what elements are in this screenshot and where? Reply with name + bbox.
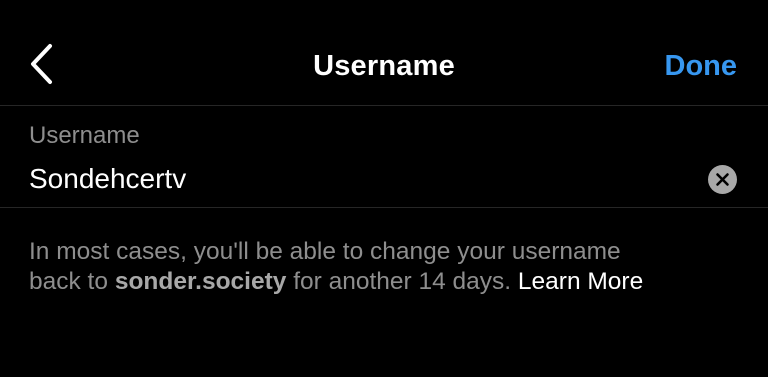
clear-button[interactable] [708,165,737,194]
navigation-bar: Username Done [0,0,768,106]
helper-text: In most cases, you'll be able to change … [29,237,749,297]
helper-line-2: back to sonder.society for another 14 da… [29,267,749,297]
username-field-section: Username [0,106,768,208]
page-title: Username [313,50,455,82]
helper-prefix: back to [29,268,115,295]
username-input[interactable] [29,160,689,198]
done-button[interactable]: Done [665,48,738,84]
learn-more-link[interactable]: Learn More [518,268,643,295]
username-label: Username [29,122,140,149]
old-username: sonder.society [114,268,287,295]
helper-suffix: for another 14 days. [286,268,518,295]
clear-icon [716,173,729,186]
helper-line-1: In most cases, you'll be able to change … [29,238,621,265]
